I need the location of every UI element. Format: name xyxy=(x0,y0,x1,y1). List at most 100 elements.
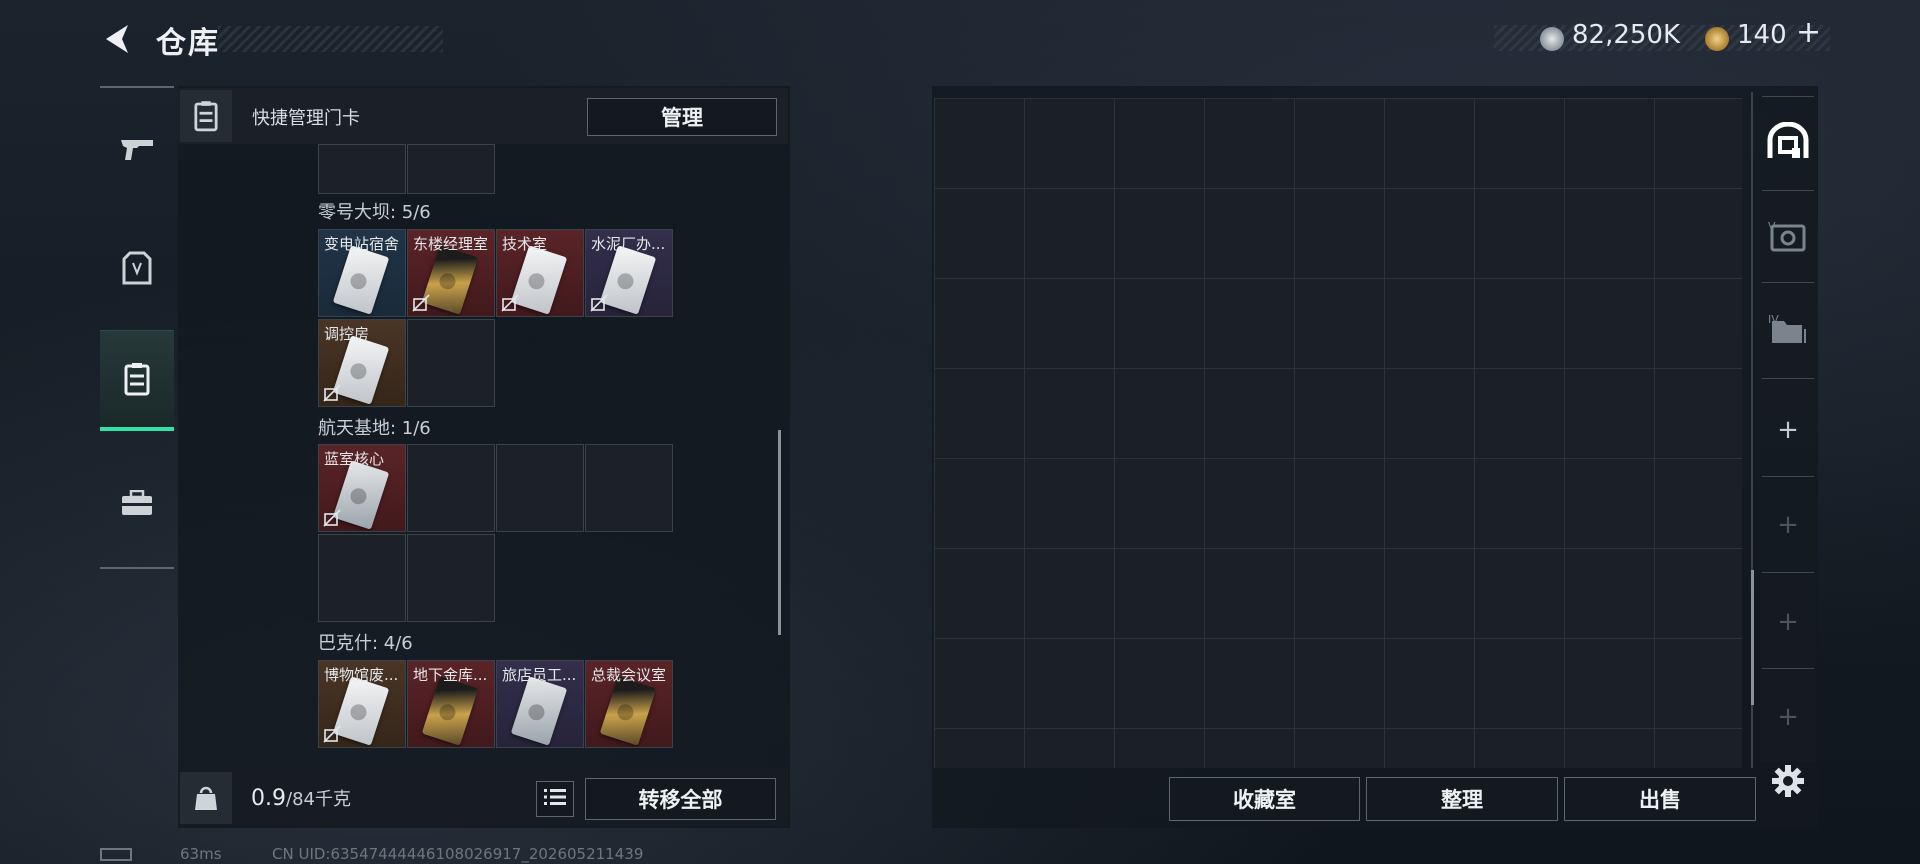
left-scrollbar[interactable] xyxy=(778,430,781,635)
keycard-slot[interactable]: 旅店员工... xyxy=(496,660,584,748)
silver-currency-value: 82,250K xyxy=(1572,20,1681,50)
tab-divider xyxy=(1762,668,1814,669)
tab-main-stash[interactable] xyxy=(1760,98,1816,188)
rail-armor[interactable] xyxy=(100,220,174,320)
keycard-name: 蓝室核心 xyxy=(324,450,385,468)
organize-button[interactable]: 整理 xyxy=(1366,777,1558,821)
battery-icon xyxy=(100,848,132,861)
keycard-name: 总裁会议室 xyxy=(591,666,667,684)
add-currency-button[interactable]: + xyxy=(1796,15,1821,50)
transfer-all-button[interactable]: 转移全部 xyxy=(585,778,776,820)
gold-coin-icon xyxy=(1705,27,1729,51)
tab-stash-2[interactable]: V xyxy=(1760,192,1816,282)
sell-button[interactable]: 出售 xyxy=(1564,777,1756,821)
keycard-name: 水泥厂办... xyxy=(591,235,666,253)
tab-divider xyxy=(1762,282,1814,283)
keycard-slot-empty[interactable] xyxy=(318,144,406,194)
keycard-image xyxy=(599,676,657,746)
bound-lock-icon xyxy=(501,294,519,312)
keycard-image xyxy=(421,676,479,746)
folder-icon: IV xyxy=(1768,311,1808,349)
rail-weapons[interactable] xyxy=(100,100,174,200)
settings-button[interactable] xyxy=(1760,738,1816,828)
tab-divider xyxy=(1762,96,1814,97)
safe-box-icon: V xyxy=(1768,218,1808,256)
keycard-image xyxy=(510,245,568,315)
plus-icon: + xyxy=(1777,510,1799,540)
tab-divider xyxy=(1762,572,1814,573)
tab-divider xyxy=(1762,476,1814,477)
keycard-slot[interactable]: 变电站宿舍 xyxy=(318,229,406,317)
section-label-zero-dam: 零号大坝: 5/6 xyxy=(318,202,431,223)
bound-lock-icon xyxy=(323,509,341,527)
keycard-slot[interactable]: 东楼经理室 xyxy=(407,229,495,317)
right-scrollbar[interactable] xyxy=(1751,570,1754,705)
gear-icon xyxy=(1771,764,1805,802)
section-label-brakkesh: 巴克什: 4/6 xyxy=(318,633,413,654)
keycard-slot-empty[interactable] xyxy=(407,319,495,407)
header-decoration xyxy=(218,26,443,52)
rail-medkits[interactable] xyxy=(100,455,174,555)
back-arrow-icon[interactable] xyxy=(98,19,138,59)
locked-tab-slot: + xyxy=(1760,480,1816,570)
tab-divider xyxy=(1762,378,1814,379)
weight-readout: 0.9/84千克 xyxy=(251,785,351,811)
weight-icon xyxy=(180,772,232,824)
keycard-name: 变电站宿舍 xyxy=(324,235,400,253)
keycard-image xyxy=(332,676,390,746)
keycard-slot[interactable]: 蓝室核心 xyxy=(318,444,406,532)
keycard-slot[interactable]: 水泥厂办... xyxy=(585,229,673,317)
keycard-name: 东楼经理室 xyxy=(413,235,489,253)
keycard-image xyxy=(332,245,390,315)
rail-divider xyxy=(100,86,174,88)
tab-stash-4[interactable]: IV xyxy=(1760,285,1816,375)
keycard-slot[interactable]: 技术室 xyxy=(496,229,584,317)
silver-coin-icon xyxy=(1540,27,1564,51)
keycard-slot[interactable]: 总裁会议室 xyxy=(585,660,673,748)
weight-value: 0.9 xyxy=(251,786,286,811)
plus-icon: + xyxy=(1777,702,1799,732)
keycard-image xyxy=(332,460,390,530)
stash-grid[interactable] xyxy=(934,98,1742,768)
stash-house-icon xyxy=(1767,121,1809,164)
keycard-slot[interactable]: 博物馆废... xyxy=(318,660,406,748)
bound-lock-icon xyxy=(412,294,430,312)
keycard-slot-empty[interactable] xyxy=(407,444,495,532)
keycard-image xyxy=(332,335,390,405)
keycard-image xyxy=(510,676,568,746)
keycard-slot-empty[interactable] xyxy=(585,444,673,532)
gold-currency-value: 140 xyxy=(1737,20,1787,50)
weight-capacity: /84千克 xyxy=(286,789,351,810)
bound-lock-icon xyxy=(323,725,341,743)
tab-divider xyxy=(1762,190,1814,191)
keycard-slot-empty[interactable] xyxy=(318,534,406,622)
rail-keycards[interactable] xyxy=(100,330,174,431)
uid-readout: CN UID:6354744444610802691​7_20260521143… xyxy=(272,845,644,863)
keycard-slot-empty[interactable] xyxy=(407,534,495,622)
quick-manage-label: 快捷管理门卡 xyxy=(252,108,360,129)
list-view-button[interactable] xyxy=(536,781,574,817)
keycard-slot-empty[interactable] xyxy=(496,444,584,532)
section-label-space-city: 航天基地: 1/6 xyxy=(318,418,431,439)
keycard-slot[interactable]: 地下金库... xyxy=(407,660,495,748)
collection-room-button[interactable]: 收藏室 xyxy=(1169,777,1360,821)
keycard-image xyxy=(421,245,479,315)
plus-icon: + xyxy=(1777,415,1799,445)
keycard-case-icon xyxy=(180,90,232,142)
keycard-slot-empty[interactable] xyxy=(407,144,495,194)
manage-button[interactable]: 管理 xyxy=(587,98,777,136)
gun-icon xyxy=(119,134,155,166)
plus-icon: + xyxy=(1777,607,1799,637)
add-tab-button[interactable]: + xyxy=(1760,385,1816,475)
keycard-name: 地下金库... xyxy=(413,666,488,684)
keycard-image xyxy=(599,245,657,315)
keycard-name: 技术室 xyxy=(502,235,548,253)
keycard-slot[interactable]: 调控房 xyxy=(318,319,406,407)
list-icon xyxy=(544,788,566,810)
keycard-name: 调控房 xyxy=(324,325,370,343)
toolbox-icon xyxy=(121,489,153,520)
keycard-name: 旅店员工... xyxy=(502,666,577,684)
rail-divider-bottom xyxy=(100,567,174,569)
bound-lock-icon xyxy=(323,384,341,402)
locked-tab-slot: + xyxy=(1760,577,1816,667)
